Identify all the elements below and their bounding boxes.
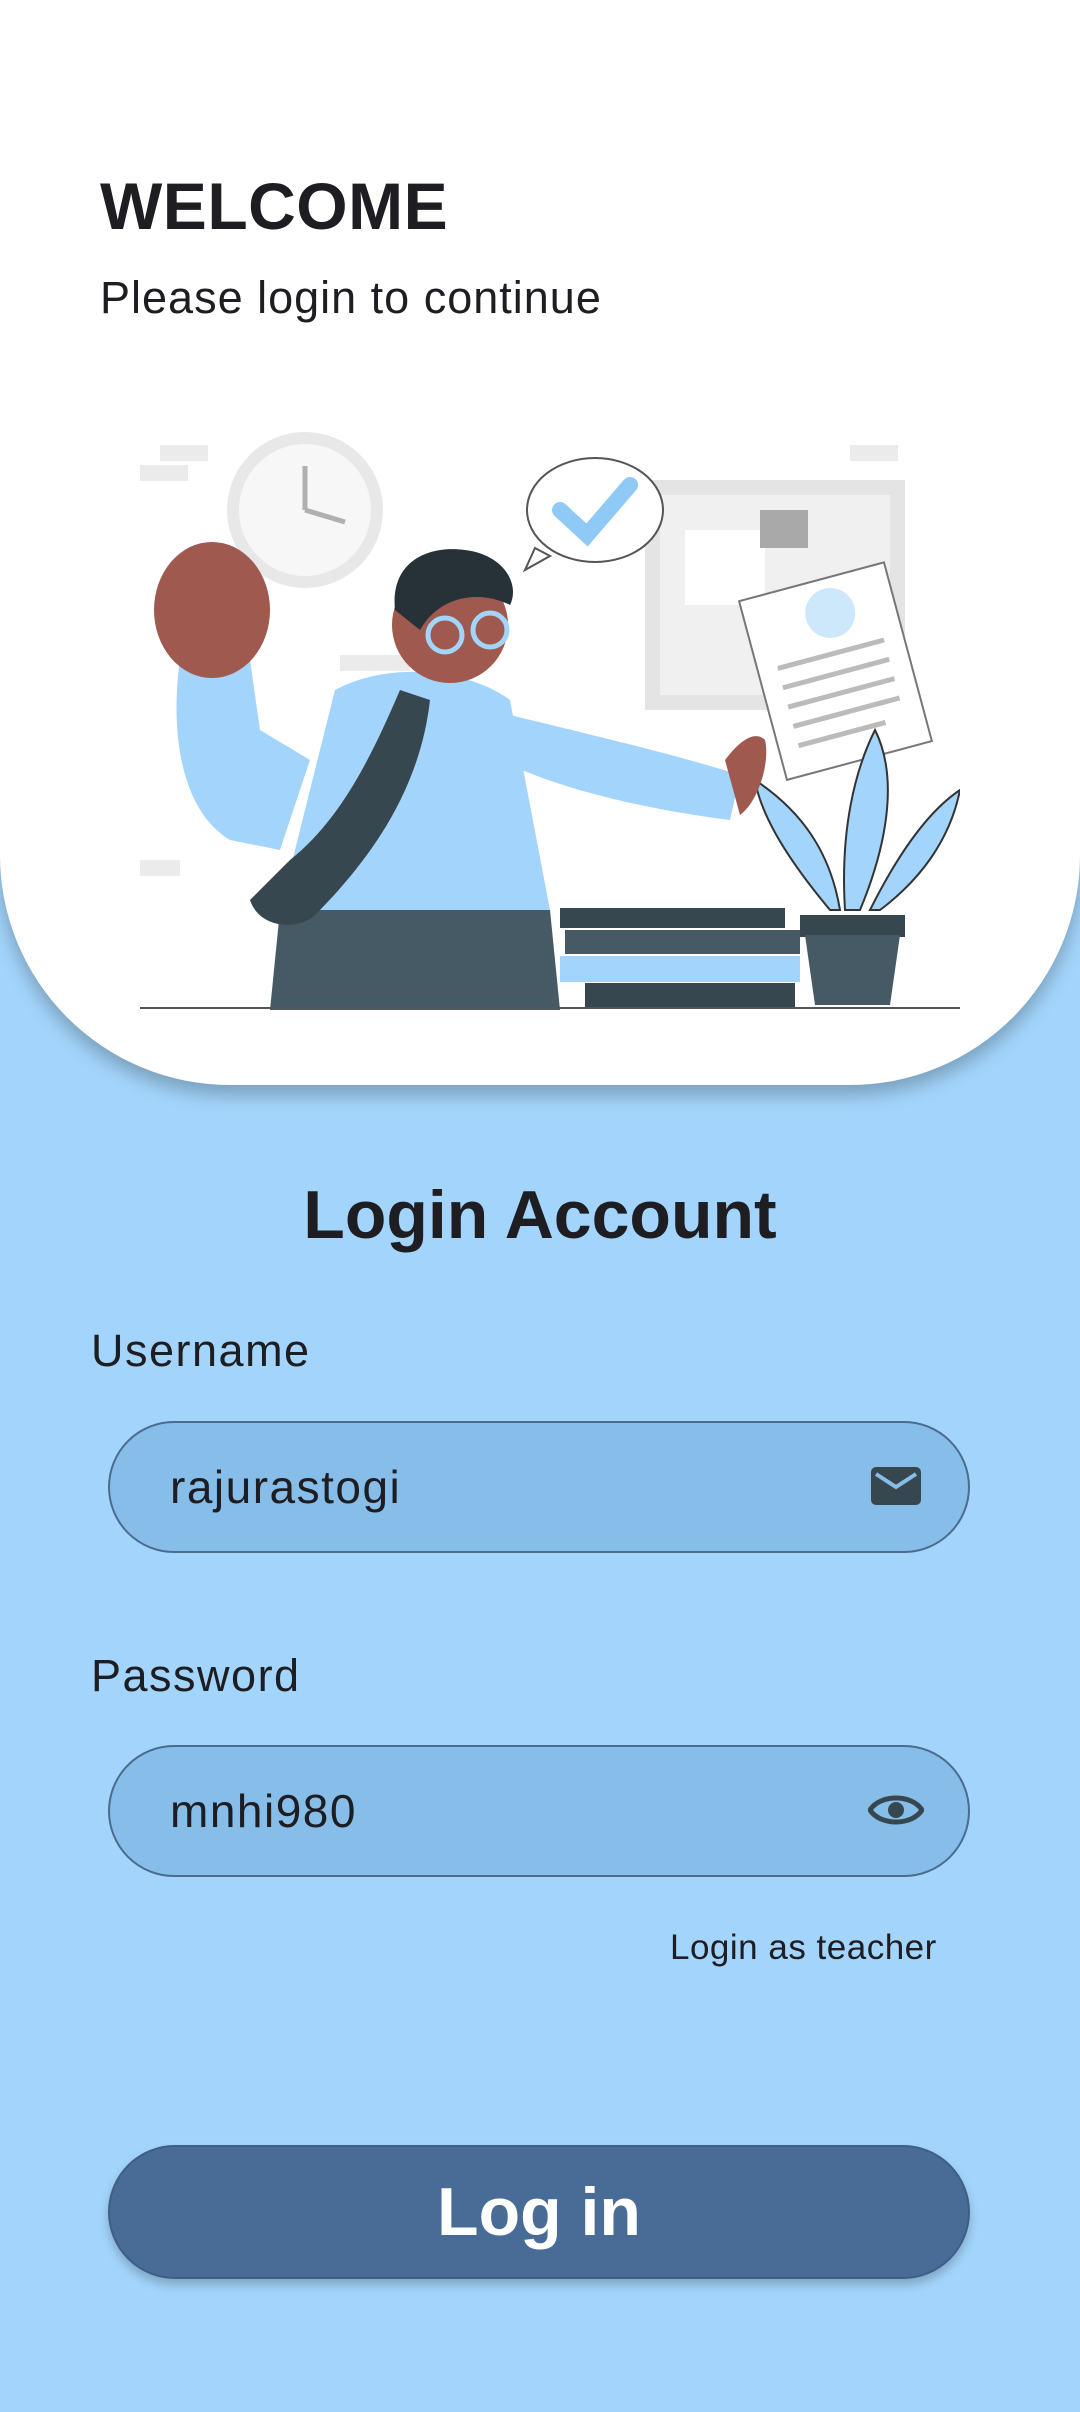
student-illustration — [140, 432, 960, 1010]
eye-icon[interactable] — [868, 1785, 924, 1835]
login-button[interactable]: Log in — [108, 2145, 970, 2279]
username-input[interactable] — [170, 1423, 850, 1550]
login-as-teacher-link[interactable]: Login as teacher — [670, 1928, 937, 1968]
username-field[interactable] — [108, 1421, 970, 1553]
password-input[interactable] — [170, 1747, 850, 1874]
login-account-title: Login Account — [303, 1177, 777, 1253]
check-bubble-icon — [522, 457, 664, 573]
welcome-card: WELCOME Please login to continue — [0, 0, 1080, 1085]
username-label: Username — [91, 1325, 311, 1376]
password-field[interactable] — [108, 1745, 970, 1877]
mail-icon — [871, 1467, 921, 1505]
welcome-subtitle: Please login to continue — [100, 272, 602, 323]
password-label: Password — [91, 1650, 301, 1701]
welcome-title: WELCOME — [100, 169, 449, 243]
